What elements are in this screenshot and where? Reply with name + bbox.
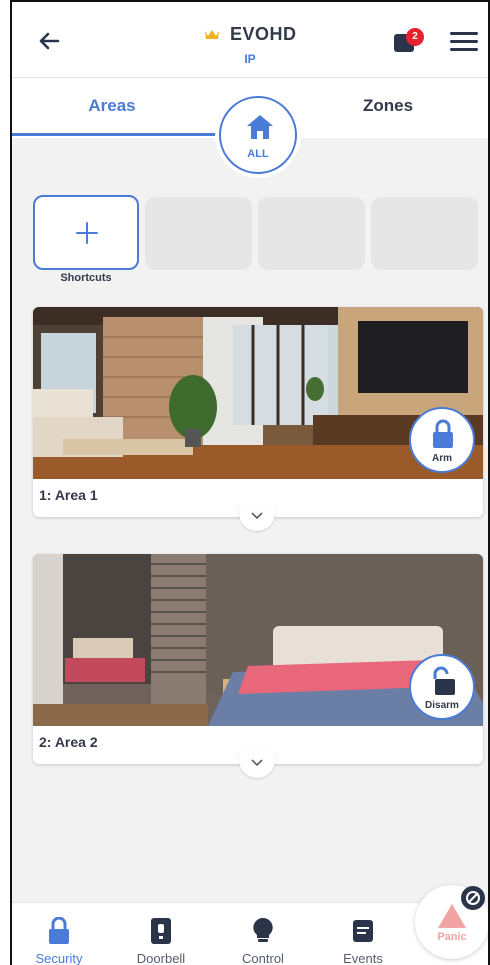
area-name: 2: Area 2 (39, 734, 98, 750)
lock-closed-icon (433, 419, 453, 448)
lock-icon (49, 917, 69, 944)
expand-area-button[interactable] (239, 752, 275, 778)
doorbell-icon (151, 918, 171, 944)
app-frame: EVOHD IP 2 Areas Zones ALL Shortcuts 1: … (10, 0, 490, 965)
panel-title: EVOHD (229, 24, 297, 44)
app-header: EVOHD IP 2 (12, 2, 488, 78)
crown-icon (204, 30, 219, 40)
disarm-label: Disarm (425, 700, 459, 711)
notification-badge: 2 (406, 28, 424, 46)
nav-events[interactable]: Events (318, 903, 408, 965)
add-shortcut-button[interactable] (33, 195, 139, 270)
lock-open-icon (433, 666, 455, 695)
nav-doorbell[interactable]: Doorbell (116, 903, 206, 965)
shortcut-slot[interactable] (258, 197, 365, 270)
nav-events-label: Events (343, 951, 383, 965)
hamburger-menu-icon[interactable] (450, 32, 478, 54)
disabled-icon (466, 891, 480, 905)
panic-label: Panic (437, 931, 467, 943)
arm-label: Arm (431, 453, 452, 464)
nav-doorbell-label: Doorbell (136, 951, 186, 965)
expand-area-button[interactable] (239, 505, 275, 531)
area-card[interactable]: 1: Area 1 Arm (33, 307, 483, 531)
shortcut-slot[interactable] (145, 197, 252, 270)
chevron-down-icon (251, 759, 263, 767)
area-card[interactable]: 2: Area 2 Disarm (33, 554, 483, 778)
chevron-down-icon (251, 512, 263, 520)
nav-control-label: Control (242, 951, 284, 965)
tab-active-indicator (12, 133, 217, 136)
tab-zones[interactable]: Zones (288, 96, 488, 116)
arm-button[interactable]: Arm (409, 407, 475, 473)
bulb-icon (253, 917, 273, 942)
home-icon (247, 115, 273, 139)
nav-security-label: Security (35, 951, 83, 965)
disarm-button[interactable]: Disarm (409, 654, 475, 720)
nav-control[interactable]: Control (218, 903, 308, 965)
panic-disabled-badge (461, 886, 485, 910)
shortcuts-label: Shortcuts (60, 272, 112, 284)
area-name: 1: Area 1 (39, 487, 98, 503)
all-areas-label: ALL (247, 148, 269, 160)
events-icon (353, 920, 373, 942)
tab-areas[interactable]: Areas (12, 96, 212, 116)
nav-security[interactable]: Security (14, 903, 104, 965)
notifications-button[interactable]: 2 (394, 28, 428, 56)
all-areas-button[interactable]: ALL (219, 96, 297, 174)
shortcut-slot[interactable] (371, 197, 478, 270)
plus-icon (76, 222, 98, 244)
